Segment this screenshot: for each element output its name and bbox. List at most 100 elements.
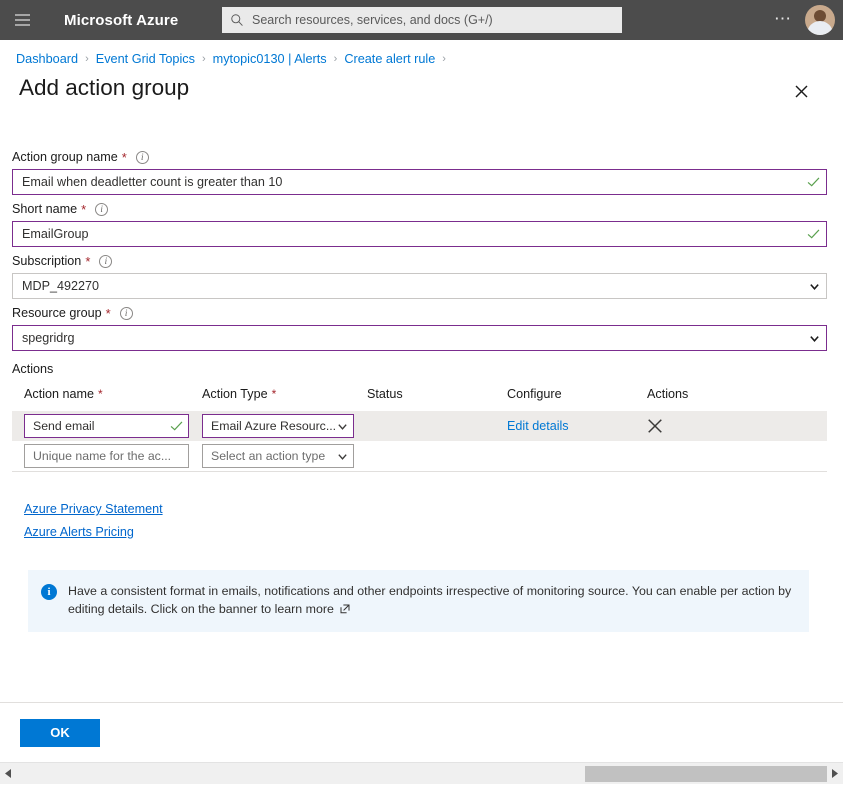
cell-configure: Edit details — [507, 411, 647, 441]
input-new-action-name[interactable]: Unique name for the ac... — [24, 444, 189, 468]
ok-button[interactable]: OK — [20, 719, 100, 747]
column-label: Action Type — [202, 387, 268, 401]
actions-table-head: Action name * Action Type * Status Confi… — [12, 387, 827, 411]
label-text: Action group name — [12, 150, 118, 164]
input-value: Send email — [33, 419, 170, 433]
required-asterisk: * — [122, 151, 127, 164]
chevron-down-icon — [337, 451, 348, 462]
close-blade-button[interactable] — [789, 79, 813, 103]
required-asterisk: * — [106, 307, 111, 320]
input-short-name[interactable]: EmailGroup — [12, 221, 827, 247]
scroll-right-arrow-icon[interactable] — [826, 763, 843, 785]
cell-actions — [647, 411, 827, 441]
azure-brand-label[interactable]: Microsoft Azure — [64, 12, 178, 29]
actions-table: Action name * Action Type * Status Confi… — [12, 387, 827, 471]
avatar-body — [807, 21, 833, 35]
scrollbar-thumb[interactable] — [585, 766, 827, 782]
select-subscription[interactable]: MDP_492270 — [12, 273, 827, 299]
select-value: MDP_492270 — [22, 279, 809, 293]
chevron-down-icon — [809, 333, 820, 344]
column-header-configure: Configure — [507, 387, 647, 411]
info-banner[interactable]: i Have a consistent format in emails, no… — [28, 570, 809, 632]
hamburger-bar — [15, 14, 30, 16]
search-icon — [230, 13, 244, 27]
input-action-name[interactable]: Send email — [24, 414, 189, 438]
label-subscription: Subscription * i — [12, 252, 827, 270]
hamburger-bar — [15, 19, 30, 21]
field-resource-group: Resource group * i spegridrg — [12, 304, 827, 351]
required-asterisk: * — [272, 388, 277, 400]
check-icon — [807, 229, 820, 239]
info-filled-icon: i — [41, 584, 57, 600]
info-icon[interactable]: i — [120, 307, 133, 320]
select-new-action-type[interactable]: Select an action type — [202, 444, 354, 468]
external-link-icon — [340, 604, 350, 614]
hamburger-menu-icon[interactable] — [0, 0, 44, 40]
required-asterisk: * — [81, 203, 86, 216]
top-navigation-bar: Microsoft Azure Search resources, servic… — [0, 0, 843, 40]
table-row: Send email Email Azure Resourc... — [12, 411, 827, 441]
banner-message: Have a consistent format in emails, noti… — [68, 584, 791, 616]
check-icon — [807, 177, 820, 187]
cell-action-type: Select an action type — [202, 441, 367, 471]
label-action-group-name: Action group name * i — [12, 148, 827, 166]
column-label: Action name — [24, 387, 94, 401]
field-action-group-name: Action group name * i Email when deadlet… — [12, 148, 827, 195]
document-links: Azure Privacy Statement Azure Alerts Pri… — [12, 502, 827, 539]
breadcrumb: Dashboard › Event Grid Topics › mytopic0… — [0, 40, 843, 64]
arrow-right-icon — [831, 769, 838, 778]
info-icon[interactable]: i — [95, 203, 108, 216]
info-banner-text: Have a consistent format in emails, noti… — [68, 583, 795, 619]
cell-action-type: Email Azure Resourc... — [202, 411, 367, 441]
column-header-action-type: Action Type * — [202, 387, 367, 411]
chevron-down-icon — [809, 281, 820, 292]
input-value: EmailGroup — [22, 227, 807, 241]
column-header-actions: Actions — [647, 387, 827, 411]
column-header-action-name: Action name * — [12, 387, 202, 411]
info-icon[interactable]: i — [136, 151, 149, 164]
table-row: Unique name for the ac... Select an acti… — [12, 441, 827, 471]
breadcrumb-separator: › — [442, 53, 446, 65]
input-placeholder: Unique name for the ac... — [33, 449, 183, 463]
horizontal-scrollbar[interactable] — [0, 762, 843, 784]
scrollbar-track[interactable] — [17, 763, 826, 785]
breadcrumb-item-dashboard[interactable]: Dashboard — [16, 52, 78, 66]
breadcrumb-item-event-grid-topics[interactable]: Event Grid Topics — [96, 52, 195, 66]
select-placeholder: Select an action type — [211, 449, 337, 463]
field-short-name: Short name * i EmailGroup — [12, 200, 827, 247]
select-value: Email Azure Resourc... — [211, 419, 337, 433]
cell-configure — [507, 441, 647, 471]
input-value: Email when deadletter count is greater t… — [22, 175, 807, 189]
azure-alerts-pricing-link[interactable]: Azure Alerts Pricing — [24, 525, 134, 539]
label-text: Short name — [12, 202, 77, 216]
select-resource-group[interactable]: spegridrg — [12, 325, 827, 351]
page-title: Add action group — [19, 74, 189, 101]
page-header: Add action group — [0, 64, 843, 103]
ellipsis-icon[interactable]: ⋯ — [766, 10, 801, 27]
delete-action-icon[interactable] — [647, 418, 663, 434]
breadcrumb-item-mytopic-alerts[interactable]: mytopic0130 | Alerts — [213, 52, 327, 66]
select-action-type[interactable]: Email Azure Resourc... — [202, 414, 354, 438]
cell-status — [367, 441, 507, 471]
cell-action-name: Unique name for the ac... — [12, 441, 202, 471]
breadcrumb-separator: › — [334, 53, 338, 65]
breadcrumb-item-create-alert-rule[interactable]: Create alert rule — [344, 52, 435, 66]
label-text: Subscription — [12, 254, 81, 268]
edit-details-link[interactable]: Edit details — [507, 419, 569, 433]
column-header-status: Status — [367, 387, 507, 411]
global-search-input[interactable]: Search resources, services, and docs (G+… — [222, 7, 622, 33]
input-action-group-name[interactable]: Email when deadletter count is greater t… — [12, 169, 827, 195]
user-avatar[interactable] — [805, 5, 835, 35]
scroll-left-arrow-icon[interactable] — [0, 763, 17, 785]
search-placeholder-text: Search resources, services, and docs (G+… — [252, 13, 493, 27]
azure-privacy-statement-link[interactable]: Azure Privacy Statement — [24, 502, 163, 516]
cell-actions — [647, 441, 827, 471]
arrow-left-icon — [5, 769, 12, 778]
actions-table-body: Send email Email Azure Resourc... — [12, 411, 827, 471]
required-asterisk: * — [98, 388, 103, 400]
info-icon[interactable]: i — [99, 255, 112, 268]
required-asterisk: * — [85, 255, 90, 268]
actions-section-label: Actions — [12, 362, 827, 376]
breadcrumb-separator: › — [202, 53, 206, 65]
action-group-form: Action group name * i Email when deadlet… — [0, 148, 843, 632]
